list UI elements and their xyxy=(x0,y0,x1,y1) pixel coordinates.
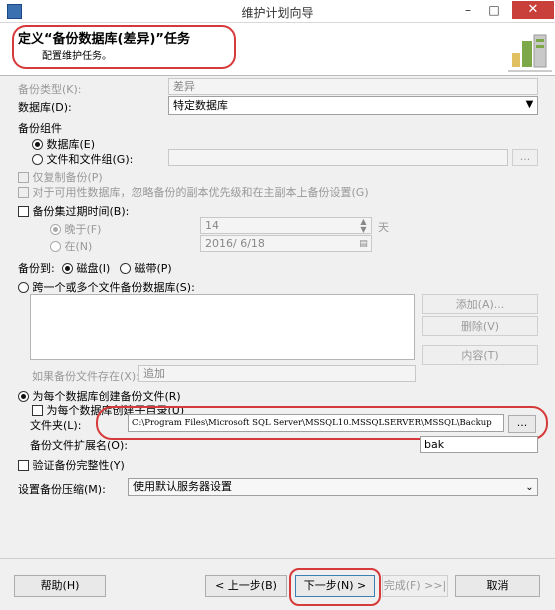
compression-label: 设置备份压缩(M): xyxy=(18,483,106,496)
expire-unit: 天 xyxy=(378,221,389,234)
backup-to-disk-radio[interactable]: 磁盘(I) xyxy=(62,260,110,276)
expire-on-radio: 在(N) xyxy=(50,238,92,254)
backup-to-tape-radio[interactable]: 磁带(P) xyxy=(120,260,172,276)
chevron-down-icon: ▼ xyxy=(525,99,534,110)
checkbox-icon xyxy=(32,405,43,416)
files-input xyxy=(168,149,508,166)
copy-only-label: 仅复制备份(P) xyxy=(32,171,103,184)
content-button: 内容(T) xyxy=(422,345,538,365)
highlight-oval-folder xyxy=(96,406,548,440)
compression-value: 使用默认服务器设置 xyxy=(133,480,232,493)
footer-divider xyxy=(0,558,555,559)
add-button: 添加(A)... xyxy=(422,294,538,314)
files-browse-button: ... xyxy=(512,149,538,166)
close-button[interactable]: ✕ xyxy=(512,1,554,19)
database-label: 数据库(D): xyxy=(18,101,72,114)
cancel-button[interactable]: 取消 xyxy=(455,575,540,597)
backup-to-tape-label: 磁带(P) xyxy=(134,262,172,275)
ext-value: bak xyxy=(424,438,445,451)
database-value: 特定数据库 xyxy=(173,99,228,112)
expire-label: 备份集过期时间(B): xyxy=(32,205,130,218)
wizard-graphic-icon xyxy=(508,34,552,72)
backup-type-value: 差异 xyxy=(173,80,195,93)
expire-date-value: 2016/ 6/18 xyxy=(205,237,265,250)
expire-days-stepper: 14 ▲ ▼ xyxy=(200,217,372,234)
database-dropdown[interactable]: 特定数据库 ▼ xyxy=(168,96,538,115)
help-button[interactable]: 帮助(H) xyxy=(14,575,106,597)
delete-button: 删除(V) xyxy=(422,316,538,336)
checkbox-icon xyxy=(18,187,29,198)
folder-label: 文件夹(L): xyxy=(30,419,82,432)
wizard-header: 定义“备份数据库(差异)”任务 配置维护任务。 xyxy=(0,23,555,76)
if-exists-label: 如果备份文件存在(X): xyxy=(32,370,140,383)
expire-after-label: 晚于(F) xyxy=(64,223,102,236)
span-files-radio[interactable]: 跨一个或多个文件备份数据库(S): xyxy=(18,279,195,295)
expire-after-radio: 晚于(F) xyxy=(50,221,101,237)
radio-icon xyxy=(32,154,43,165)
finish-button: 完成(F) >>| xyxy=(382,575,448,597)
radio-icon xyxy=(18,391,29,402)
checkbox-icon xyxy=(18,206,29,217)
ag-pref-checkbox: 对于可用性数据库，忽略备份的副本优先级和在主副本上备份设置(G) xyxy=(18,184,369,200)
backup-to-disk-label: 磁盘(I) xyxy=(76,262,111,275)
radio-icon xyxy=(62,263,73,274)
backup-type-label: 备份类型(K): xyxy=(18,83,82,96)
checkbox-icon xyxy=(18,460,29,471)
ag-pref-label: 对于可用性数据库，忽略备份的副本优先级和在主副本上备份设置(G) xyxy=(32,186,369,199)
compression-dropdown[interactable]: 使用默认服务器设置 ⌄ xyxy=(128,478,538,496)
component-database-radio[interactable]: 数据库(E) xyxy=(32,136,95,152)
radio-icon xyxy=(18,282,29,293)
minimize-button[interactable]: – xyxy=(458,2,478,19)
stepper-arrows-icon: ▲ ▼ xyxy=(360,217,367,234)
radio-icon xyxy=(50,224,61,235)
component-database-label: 数据库(E) xyxy=(46,138,96,151)
backup-files-list xyxy=(30,294,415,360)
component-files-radio[interactable]: 文件和文件组(G): xyxy=(32,151,133,167)
backup-component-label: 备份组件 xyxy=(18,122,62,135)
radio-icon xyxy=(120,263,131,274)
copy-only-checkbox: 仅复制备份(P) xyxy=(18,169,103,185)
maximize-button[interactable]: □ xyxy=(484,2,504,19)
if-exists-dropdown: 追加 xyxy=(138,365,416,382)
if-exists-value: 追加 xyxy=(143,367,165,380)
span-files-label: 跨一个或多个文件备份数据库(S): xyxy=(32,281,195,294)
calendar-icon: ▤ xyxy=(359,239,368,249)
highlight-oval-next xyxy=(289,568,381,606)
expire-on-label: 在(N) xyxy=(64,240,93,253)
expire-days-value: 14 xyxy=(205,219,219,232)
highlight-oval-header xyxy=(12,25,236,69)
ext-label: 备份文件扩展名(O): xyxy=(30,439,128,452)
component-files-label: 文件和文件组(G): xyxy=(46,153,134,166)
verify-label: 验证备份完整性(Y) xyxy=(32,459,125,472)
back-button[interactable]: < 上一步(B) xyxy=(205,575,287,597)
chevron-down-icon: ⌄ xyxy=(525,482,534,493)
radio-icon xyxy=(32,139,43,150)
radio-icon xyxy=(50,241,61,252)
backup-to-label: 备份到: xyxy=(18,262,55,275)
ext-input[interactable]: bak xyxy=(420,436,538,453)
backup-type-dropdown: 差异 xyxy=(168,78,538,95)
expire-date-picker: 2016/ 6/18 ▤ xyxy=(200,235,372,252)
title-bar: 维护计划向导 – □ ✕ xyxy=(0,0,555,23)
expire-checkbox[interactable]: 备份集过期时间(B): xyxy=(18,203,129,219)
checkbox-icon xyxy=(18,172,29,183)
verify-checkbox[interactable]: 验证备份完整性(Y) xyxy=(18,457,125,473)
